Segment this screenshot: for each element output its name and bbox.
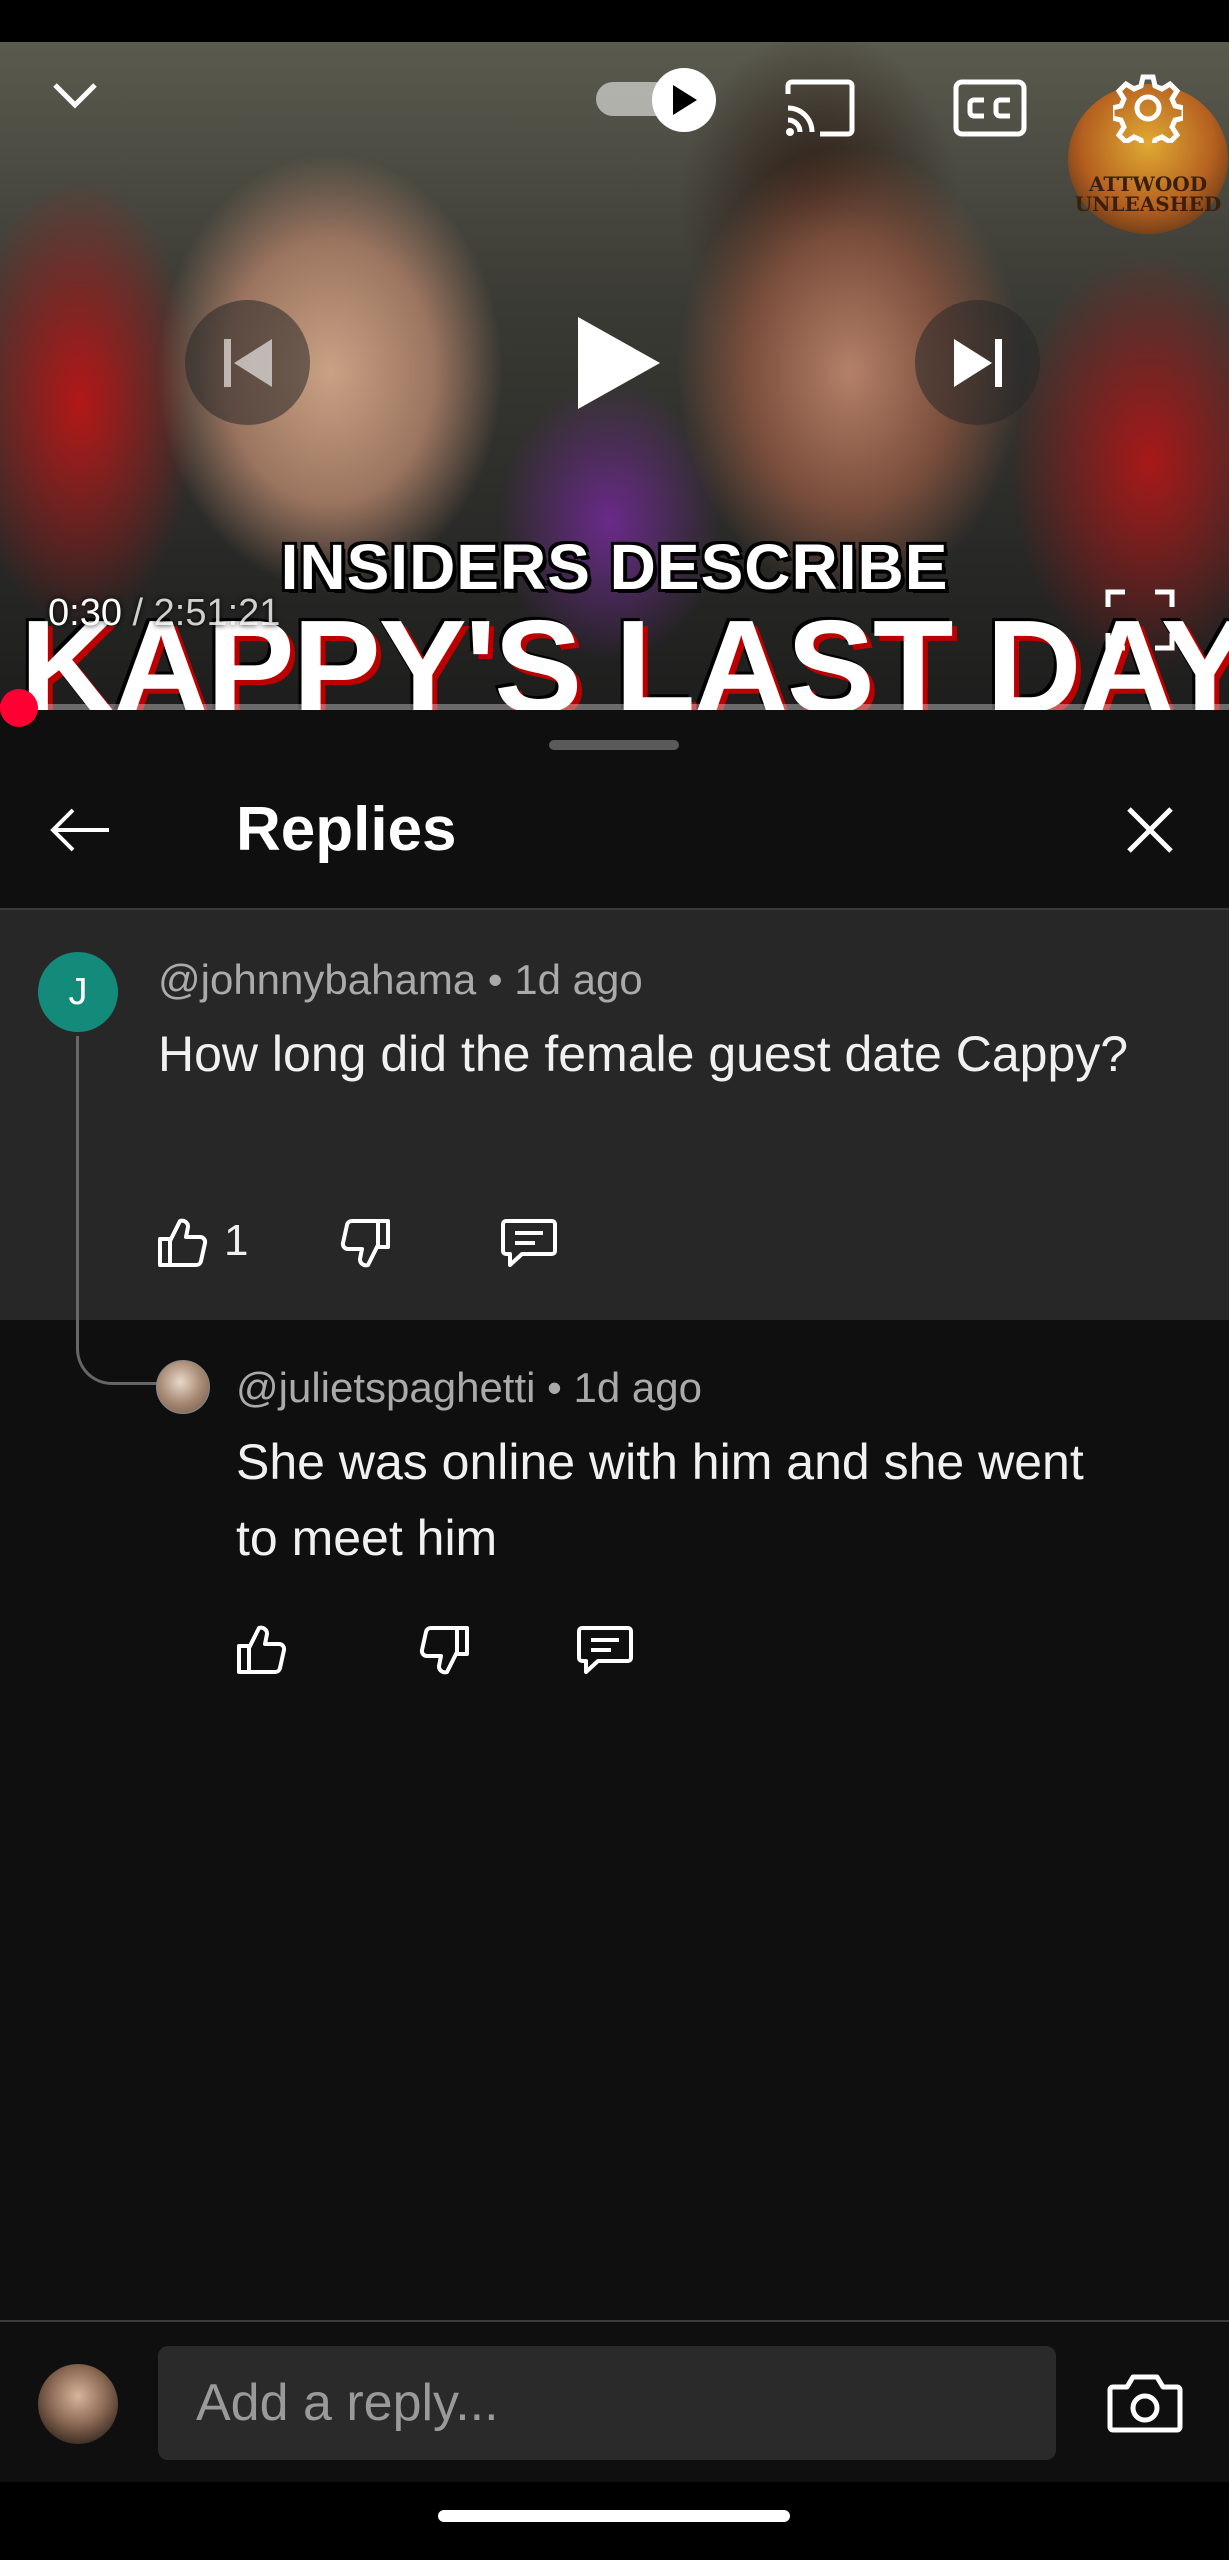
parent-comment-text: How long did the female guest date Cappy… xyxy=(158,1026,1129,1082)
time-separator: / xyxy=(121,592,154,634)
camera-button[interactable] xyxy=(1100,2360,1190,2446)
fullscreen-icon xyxy=(1105,589,1175,651)
reply-avatar[interactable] xyxy=(156,1360,210,1414)
chevron-down-icon xyxy=(53,83,97,109)
settings-button[interactable] xyxy=(1108,68,1188,148)
play-small-icon xyxy=(673,85,697,115)
avatar-letter: J xyxy=(68,970,88,1013)
status-bar xyxy=(0,0,1229,42)
camera-icon xyxy=(1107,2374,1183,2433)
reply-meta: @julietspaghetti • 1d ago xyxy=(236,1364,702,1412)
reply-input[interactable] xyxy=(158,2346,1056,2460)
next-video-button[interactable] xyxy=(915,300,1040,425)
channel-watermark-line2: UNLEASHED xyxy=(1074,192,1222,216)
parent-like-button[interactable] xyxy=(152,1208,212,1278)
progress-scrubber[interactable] xyxy=(0,689,38,727)
home-indicator[interactable] xyxy=(438,2510,790,2522)
cc-icon xyxy=(953,79,1027,137)
reply-author[interactable]: @julietspaghetti xyxy=(236,1364,535,1411)
cast-icon xyxy=(785,79,855,137)
reply-dislike-button[interactable] xyxy=(412,1615,478,1685)
parent-dislike-button[interactable] xyxy=(336,1208,396,1278)
captions-button[interactable] xyxy=(950,68,1030,148)
thumbs-down-icon xyxy=(340,1219,390,1268)
back-button[interactable] xyxy=(40,790,120,870)
thumbs-up-icon xyxy=(237,1625,287,1674)
play-button[interactable] xyxy=(555,300,680,425)
collapse-player-button[interactable] xyxy=(40,60,110,130)
reply-like-button[interactable] xyxy=(228,1615,294,1685)
next-icon xyxy=(953,338,1002,387)
parent-comment-author[interactable]: @johnnybahama xyxy=(158,956,476,1003)
sheet-title: Replies xyxy=(236,795,457,864)
meta-dot: • xyxy=(476,956,515,1003)
autoplay-toggle[interactable] xyxy=(596,68,720,132)
duration: 2:51:21 xyxy=(153,592,281,634)
reply-reply-button[interactable] xyxy=(572,1615,638,1685)
reply-text: She was online with him and she went to … xyxy=(236,1434,1084,1566)
thumbs-down-icon xyxy=(419,1626,469,1675)
thumbs-up-icon xyxy=(158,1218,208,1267)
play-icon xyxy=(577,316,660,409)
parent-comment-meta: @johnnybahama • 1d ago xyxy=(158,956,643,1004)
arrow-left-icon xyxy=(50,808,109,852)
reply-time: 1d ago xyxy=(573,1364,702,1411)
fullscreen-button[interactable] xyxy=(1100,580,1180,660)
comment-icon xyxy=(577,1626,633,1674)
close-icon xyxy=(1127,807,1173,853)
cast-button[interactable] xyxy=(780,68,860,148)
time-display: 0:30 / 2:51:21 xyxy=(48,592,280,635)
close-button[interactable] xyxy=(1110,790,1190,870)
parent-comment-avatar[interactable]: J xyxy=(38,952,118,1032)
user-avatar[interactable] xyxy=(38,2364,118,2444)
sheet-drag-handle[interactable] xyxy=(549,740,679,750)
previous-video-button[interactable] xyxy=(185,300,310,425)
autoplay-knob xyxy=(652,68,716,132)
parent-reply-button[interactable] xyxy=(496,1208,562,1278)
comment-icon xyxy=(501,1219,557,1267)
thread-connector xyxy=(76,1036,161,1385)
progress-track[interactable] xyxy=(0,704,1229,710)
meta-dot: • xyxy=(535,1364,574,1411)
current-time: 0:30 xyxy=(48,592,122,634)
parent-like-count: 1 xyxy=(224,1216,249,1265)
previous-icon xyxy=(223,338,272,387)
gear-icon xyxy=(1113,74,1183,143)
parent-comment-time: 1d ago xyxy=(514,956,643,1003)
